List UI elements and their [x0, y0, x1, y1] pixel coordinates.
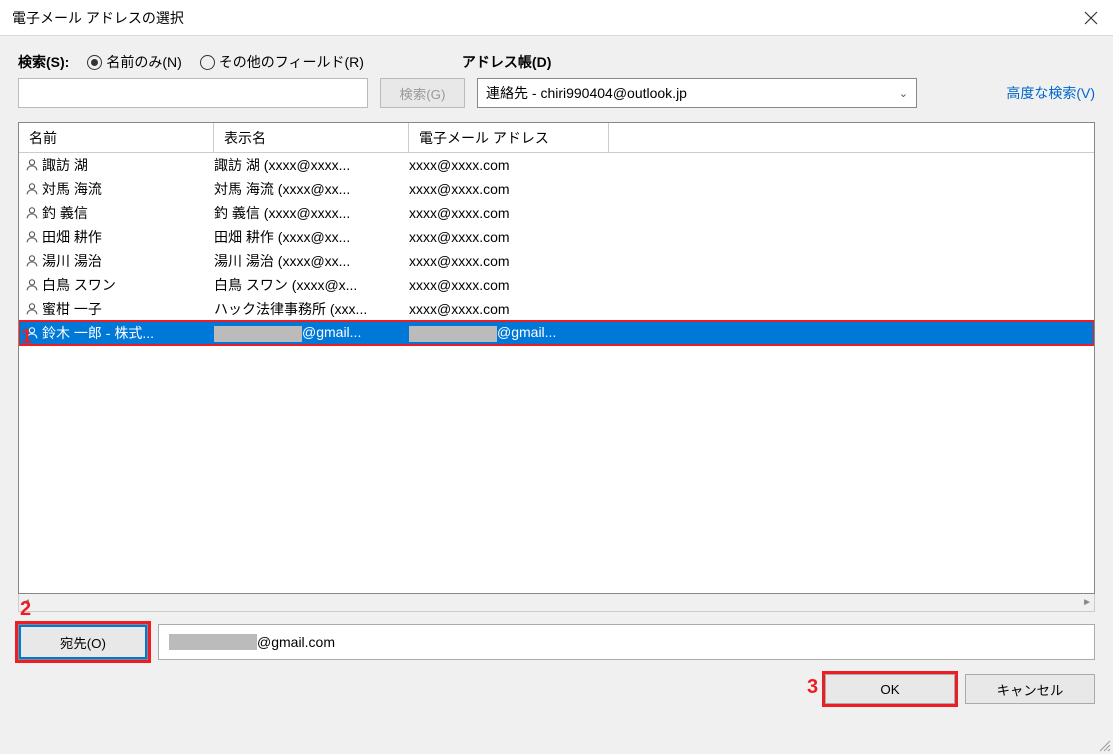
radio-name-only-label: 名前のみ(N)	[106, 52, 181, 72]
to-row: 2 宛先(O) @gmail.com	[18, 624, 1095, 660]
horizontal-scrollbar[interactable]: ◄ ►	[18, 594, 1095, 612]
table-row[interactable]: 白鳥 スワン白鳥 スワン (xxxx@x...xxxx@xxxx.com	[19, 273, 1094, 297]
bottom-buttons: 3 OK キャンセル	[18, 674, 1095, 704]
cell-name: 釣 義信	[25, 203, 214, 223]
cell-display: 対馬 海流 (xxxx@xx...	[214, 179, 409, 199]
chevron-down-icon: ⌄	[899, 87, 908, 100]
cell-display: ハック法律事務所 (xxx...	[214, 299, 409, 319]
cell-name: 対馬 海流	[25, 179, 214, 199]
dialog-body: 検索(S): 名前のみ(N) その他のフィールド(R) アドレス帳(D) 検索(…	[0, 36, 1113, 714]
cell-name: 鈴木 一郎 - 株式...	[25, 323, 214, 343]
cell-email: @gmail...	[409, 324, 1094, 341]
radio-dot-icon	[87, 55, 102, 70]
cell-name: 諏訪 湖	[25, 155, 214, 175]
table-row[interactable]: 鈴木 一郎 - 株式...@gmail...@gmail...	[19, 321, 1094, 345]
addressbook-selected: 連絡先 - chiri990404@outlook.jp	[486, 83, 687, 103]
search-button[interactable]: 検索(G)	[380, 78, 465, 108]
annotation-1: 1	[21, 326, 32, 349]
person-icon	[25, 182, 39, 196]
to-value-suffix: @gmail.com	[257, 634, 335, 650]
cell-name: 田畑 耕作	[25, 227, 214, 247]
person-icon	[25, 158, 39, 172]
annotation-3: 3	[807, 676, 818, 699]
advanced-search-link[interactable]: 高度な検索(V)	[1006, 83, 1095, 103]
column-name[interactable]: 名前	[19, 123, 214, 152]
cell-email: xxxx@xxxx.com	[409, 157, 1094, 173]
table-row[interactable]: 田畑 耕作田畑 耕作 (xxxx@xx...xxxx@xxxx.com	[19, 225, 1094, 249]
to-field[interactable]: @gmail.com	[158, 624, 1095, 660]
cell-email: xxxx@xxxx.com	[409, 253, 1094, 269]
cell-email: xxxx@xxxx.com	[409, 277, 1094, 293]
annotation-2: 2	[20, 598, 31, 621]
search-input[interactable]	[18, 78, 368, 108]
column-email[interactable]: 電子メール アドレス	[409, 123, 609, 152]
cell-email: xxxx@xxxx.com	[409, 205, 1094, 221]
cell-name: 白鳥 スワン	[25, 275, 214, 295]
addressbook-select[interactable]: 連絡先 - chiri990404@outlook.jp ⌄	[477, 78, 917, 108]
scroll-right-icon[interactable]: ►	[1082, 597, 1092, 608]
cell-display: @gmail...	[214, 324, 409, 341]
radio-dot-icon	[200, 55, 215, 70]
cell-email: xxxx@xxxx.com	[409, 181, 1094, 197]
redacted-text	[214, 326, 302, 342]
to-button-label: 宛先(O)	[19, 625, 147, 659]
contacts-table: 名前 表示名 電子メール アドレス 1 諏訪 湖諏訪 湖 (xxxx@xxxx.…	[18, 122, 1095, 594]
person-icon	[25, 206, 39, 220]
table-row[interactable]: 対馬 海流対馬 海流 (xxxx@xx...xxxx@xxxx.com	[19, 177, 1094, 201]
table-row[interactable]: 諏訪 湖諏訪 湖 (xxxx@xxxx...xxxx@xxxx.com	[19, 153, 1094, 177]
redacted-text	[169, 634, 257, 650]
cell-display: 白鳥 スワン (xxxx@x...	[214, 275, 409, 295]
person-icon	[25, 230, 39, 244]
radio-name-only[interactable]: 名前のみ(N)	[87, 52, 181, 72]
search-label: 検索(S):	[18, 52, 69, 72]
column-blank	[609, 123, 1094, 152]
cell-name: 湯川 湯治	[25, 251, 214, 271]
ok-button[interactable]: OK	[825, 674, 955, 704]
radio-other-fields-label: その他のフィールド(R)	[219, 52, 364, 72]
cell-email: xxxx@xxxx.com	[409, 301, 1094, 317]
cell-email: xxxx@xxxx.com	[409, 229, 1094, 245]
person-icon	[25, 302, 39, 316]
close-icon	[1084, 11, 1098, 25]
radio-other-fields[interactable]: その他のフィールド(R)	[200, 52, 364, 72]
cell-display: 田畑 耕作 (xxxx@xx...	[214, 227, 409, 247]
to-button[interactable]: 宛先(O)	[18, 624, 148, 660]
cell-name: 蜜柑 一子	[25, 299, 214, 319]
table-header: 名前 表示名 電子メール アドレス	[19, 123, 1094, 153]
titlebar: 電子メール アドレスの選択	[0, 0, 1113, 36]
table-row[interactable]: 湯川 湯治湯川 湯治 (xxxx@xx...xxxx@xxxx.com	[19, 249, 1094, 273]
person-icon	[25, 254, 39, 268]
cell-display: 釣 義信 (xxxx@xxxx...	[214, 203, 409, 223]
table-row[interactable]: 蜜柑 一子ハック法律事務所 (xxx...xxxx@xxxx.com	[19, 297, 1094, 321]
resize-grip-icon[interactable]	[1097, 738, 1111, 752]
addressbook-label: アドレス帳(D)	[462, 52, 551, 72]
cell-display: 湯川 湯治 (xxxx@xx...	[214, 251, 409, 271]
column-display[interactable]: 表示名	[214, 123, 409, 152]
table-row[interactable]: 釣 義信釣 義信 (xxxx@xxxx...xxxx@xxxx.com	[19, 201, 1094, 225]
redacted-text	[409, 326, 497, 342]
person-icon	[25, 278, 39, 292]
window-title: 電子メール アドレスの選択	[12, 8, 184, 28]
table-body[interactable]: 1 諏訪 湖諏訪 湖 (xxxx@xxxx...xxxx@xxxx.com対馬 …	[19, 153, 1094, 593]
cell-display: 諏訪 湖 (xxxx@xxxx...	[214, 155, 409, 175]
cancel-button[interactable]: キャンセル	[965, 674, 1095, 704]
close-button[interactable]	[1069, 0, 1113, 36]
